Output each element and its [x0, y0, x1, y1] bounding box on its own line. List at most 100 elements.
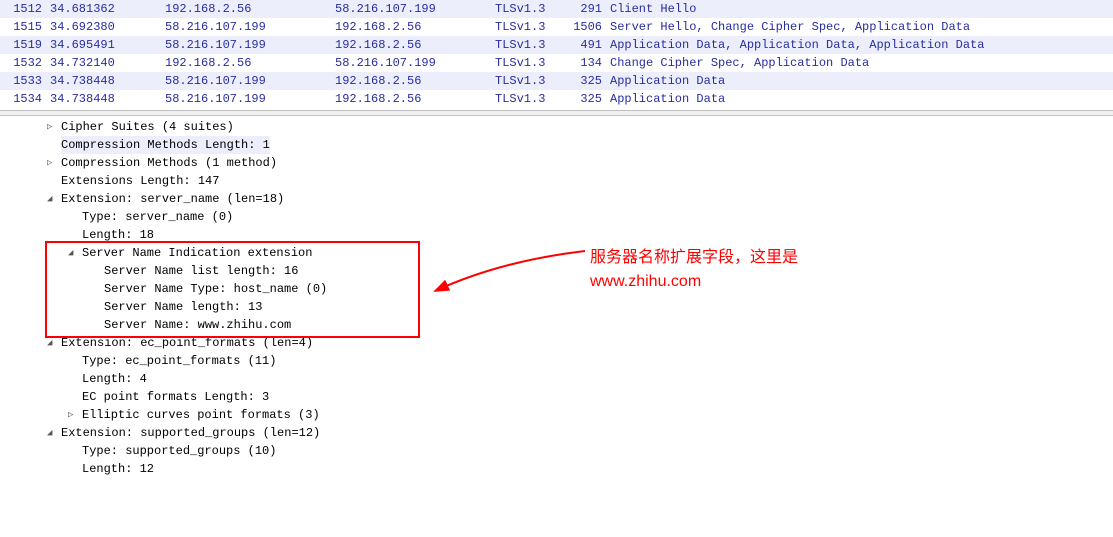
tree-row[interactable]: Length: 4 — [0, 370, 1113, 388]
tree-label: Server Name: www.zhihu.com — [104, 316, 291, 334]
chevron-down-icon[interactable]: ◢ — [47, 424, 59, 442]
packet-row[interactable]: 151534.69238058.216.107.199192.168.2.56T… — [0, 18, 1113, 36]
tree-row[interactable]: Server Name length: 13 — [0, 298, 1113, 316]
packet-list[interactable]: 151234.681362192.168.2.5658.216.107.199T… — [0, 0, 1113, 108]
tree-label: Extension: server_name (len=18) — [61, 190, 284, 208]
tree-label: Compression Methods Length: 1 — [61, 136, 270, 154]
packet-number: 1512 — [10, 1, 50, 17]
packet-number: 1534 — [10, 91, 50, 107]
tree-label: Extensions Length: 147 — [61, 172, 219, 190]
packet-source: 58.216.107.199 — [165, 91, 335, 107]
packet-info: Application Data, Application Data, Appl… — [610, 37, 1113, 53]
packet-row[interactable]: 153334.73844858.216.107.199192.168.2.56T… — [0, 72, 1113, 90]
packet-protocol: TLSv1.3 — [495, 1, 570, 17]
tree-label: Server Name length: 13 — [104, 298, 262, 316]
tree-label: Type: ec_point_formats (11) — [82, 352, 276, 370]
packet-source: 192.168.2.56 — [165, 1, 335, 17]
packet-time: 34.738448 — [50, 73, 165, 89]
tree-row[interactable]: Type: server_name (0) — [0, 208, 1113, 226]
tree-row[interactable]: Type: supported_groups (10) — [0, 442, 1113, 460]
tree-label: Type: supported_groups (10) — [82, 442, 276, 460]
tree-label: Extension: supported_groups (len=12) — [61, 424, 320, 442]
chevron-right-icon[interactable]: ▷ — [47, 118, 59, 136]
packet-time: 34.738448 — [50, 91, 165, 107]
tree-label: Server Name Indication extension — [82, 244, 312, 262]
tree-row[interactable]: ◢Extension: ec_point_formats (len=4) — [0, 334, 1113, 352]
tree-label: Server Name Type: host_name (0) — [104, 280, 327, 298]
annotation-text: 服务器名称扩展字段，这里是 www.zhihu.com — [590, 246, 798, 294]
annotation-line2: www.zhihu.com — [590, 270, 798, 294]
tree-label: Type: server_name (0) — [82, 208, 233, 226]
tree-row[interactable]: ◢Extension: supported_groups (len=12) — [0, 424, 1113, 442]
packet-info: Change Cipher Spec, Application Data — [610, 55, 1113, 71]
packet-destination: 192.168.2.56 — [335, 37, 495, 53]
packet-length: 325 — [570, 91, 610, 107]
tree-label: Elliptic curves point formats (3) — [82, 406, 320, 424]
chevron-right-icon[interactable]: ▷ — [47, 154, 59, 172]
tree-label: Length: 12 — [82, 460, 154, 478]
packet-row[interactable]: 151234.681362192.168.2.5658.216.107.199T… — [0, 0, 1113, 18]
tree-row[interactable]: Server Name list length: 16 — [0, 262, 1113, 280]
tree-label: Cipher Suites (4 suites) — [61, 118, 234, 136]
packet-info: Application Data — [610, 73, 1113, 89]
packet-info: Application Data — [610, 91, 1113, 107]
tree-row[interactable]: ▷Elliptic curves point formats (3) — [0, 406, 1113, 424]
packet-number: 1515 — [10, 19, 50, 35]
packet-length: 325 — [570, 73, 610, 89]
tree-row[interactable]: ◢Extension: server_name (len=18) — [0, 190, 1113, 208]
packet-number: 1532 — [10, 55, 50, 71]
tree-label: Compression Methods (1 method) — [61, 154, 277, 172]
packet-row[interactable]: 151934.69549158.216.107.199192.168.2.56T… — [0, 36, 1113, 54]
packet-destination: 58.216.107.199 — [335, 55, 495, 71]
tree-row[interactable]: ◢Server Name Indication extension — [0, 244, 1113, 262]
packet-time: 34.732140 — [50, 55, 165, 71]
chevron-down-icon[interactable]: ◢ — [47, 190, 59, 208]
packet-number: 1519 — [10, 37, 50, 53]
tree-row[interactable]: Server Name Type: host_name (0) — [0, 280, 1113, 298]
packet-length: 1506 — [570, 19, 610, 35]
packet-row[interactable]: 153434.73844858.216.107.199192.168.2.56T… — [0, 90, 1113, 108]
packet-time: 34.695491 — [50, 37, 165, 53]
packet-detail-pane[interactable]: ▷Cipher Suites (4 suites) Compression Me… — [0, 116, 1113, 478]
tree-row[interactable]: Extensions Length: 147 — [0, 172, 1113, 190]
tree-row[interactable]: ▷Compression Methods (1 method) — [0, 154, 1113, 172]
packet-source: 58.216.107.199 — [165, 37, 335, 53]
packet-source: 192.168.2.56 — [165, 55, 335, 71]
packet-row[interactable]: 153234.732140192.168.2.5658.216.107.199T… — [0, 54, 1113, 72]
packet-number: 1533 — [10, 73, 50, 89]
packet-length: 134 — [570, 55, 610, 71]
packet-info: Client Hello — [610, 1, 1113, 17]
packet-source: 58.216.107.199 — [165, 73, 335, 89]
tree-row[interactable]: Length: 18 — [0, 226, 1113, 244]
tree-row[interactable]: Compression Methods Length: 1 — [0, 136, 1113, 154]
packet-length: 291 — [570, 1, 610, 17]
packet-length: 491 — [570, 37, 610, 53]
tree-row[interactable]: Length: 12 — [0, 460, 1113, 478]
packet-time: 34.681362 — [50, 1, 165, 17]
tree-label: Length: 18 — [82, 226, 154, 244]
packet-protocol: TLSv1.3 — [495, 91, 570, 107]
packet-info: Server Hello, Change Cipher Spec, Applic… — [610, 19, 1113, 35]
packet-destination: 192.168.2.56 — [335, 19, 495, 35]
tree-row[interactable]: ▷Cipher Suites (4 suites) — [0, 118, 1113, 136]
tree-row[interactable]: EC point formats Length: 3 — [0, 388, 1113, 406]
packet-time: 34.692380 — [50, 19, 165, 35]
tree-label: EC point formats Length: 3 — [82, 388, 269, 406]
chevron-down-icon[interactable]: ◢ — [47, 334, 59, 352]
tree-row[interactable]: Type: ec_point_formats (11) — [0, 352, 1113, 370]
packet-source: 58.216.107.199 — [165, 19, 335, 35]
chevron-down-icon[interactable]: ◢ — [68, 244, 80, 262]
chevron-right-icon[interactable]: ▷ — [68, 406, 80, 424]
packet-destination: 192.168.2.56 — [335, 91, 495, 107]
packet-destination: 58.216.107.199 — [335, 1, 495, 17]
packet-protocol: TLSv1.3 — [495, 73, 570, 89]
tree-row[interactable]: Server Name: www.zhihu.com — [0, 316, 1113, 334]
annotation-line1: 服务器名称扩展字段，这里是 — [590, 246, 798, 270]
tree-label: Extension: ec_point_formats (len=4) — [61, 334, 313, 352]
tree-label: Server Name list length: 16 — [104, 262, 298, 280]
packet-protocol: TLSv1.3 — [495, 19, 570, 35]
packet-protocol: TLSv1.3 — [495, 37, 570, 53]
tree-label: Length: 4 — [82, 370, 147, 388]
packet-destination: 192.168.2.56 — [335, 73, 495, 89]
packet-protocol: TLSv1.3 — [495, 55, 570, 71]
